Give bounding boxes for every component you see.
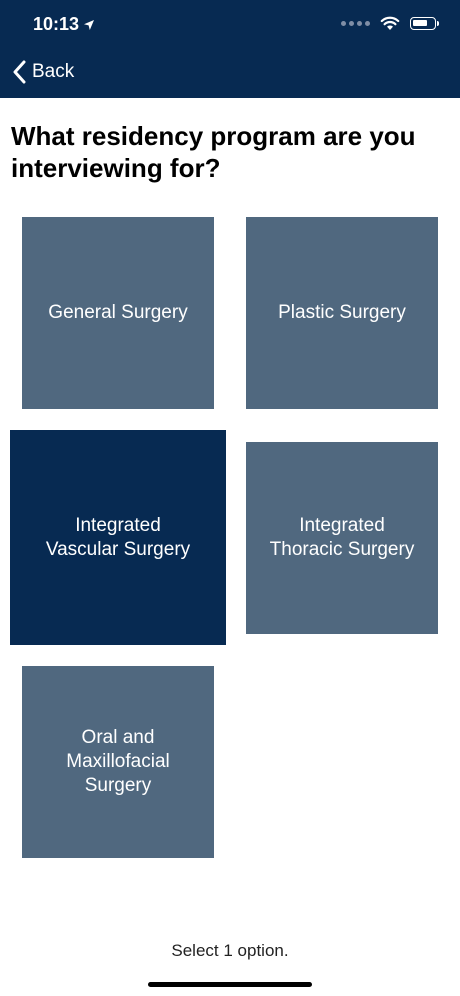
option-label: Integrated Vascular Surgery — [45, 514, 191, 560]
wifi-icon — [380, 16, 400, 30]
selection-hint: Select 1 option. — [171, 941, 289, 960]
cellular-signal-icon — [341, 20, 370, 26]
location-arrow-icon — [84, 19, 95, 30]
option-integrated-vascular-surgery[interactable]: Integrated Vascular Surgery — [10, 430, 226, 645]
status-bar-indicators — [341, 15, 439, 31]
option-label: Oral and Maxillofacial Surgery — [66, 727, 170, 796]
page-title: What residency program are you interview… — [11, 121, 416, 183]
back-label: Back — [32, 61, 75, 82]
option-oral-maxillofacial-surgery[interactable]: Oral and Maxillofacial Surgery — [22, 666, 214, 858]
chevron-left-icon — [13, 60, 26, 84]
option-plastic-surgery[interactable]: Plastic Surgery — [246, 217, 438, 409]
option-label: Integrated Thoracic Surgery — [269, 515, 415, 560]
home-indicator[interactable] — [148, 982, 312, 987]
option-integrated-thoracic-surgery[interactable]: Integrated Thoracic Surgery — [246, 442, 438, 634]
back-button[interactable]: Back — [12, 60, 74, 84]
option-general-surgery[interactable]: General Surgery — [22, 217, 214, 409]
option-label: Plastic Surgery — [278, 302, 406, 323]
option-label: General Surgery — [48, 302, 188, 323]
battery-icon — [410, 16, 439, 30]
status-time-text: 10:13 — [33, 14, 80, 34]
status-bar-time: 10:13 — [33, 14, 95, 35]
app-header: 10:13 Back — [0, 0, 460, 98]
